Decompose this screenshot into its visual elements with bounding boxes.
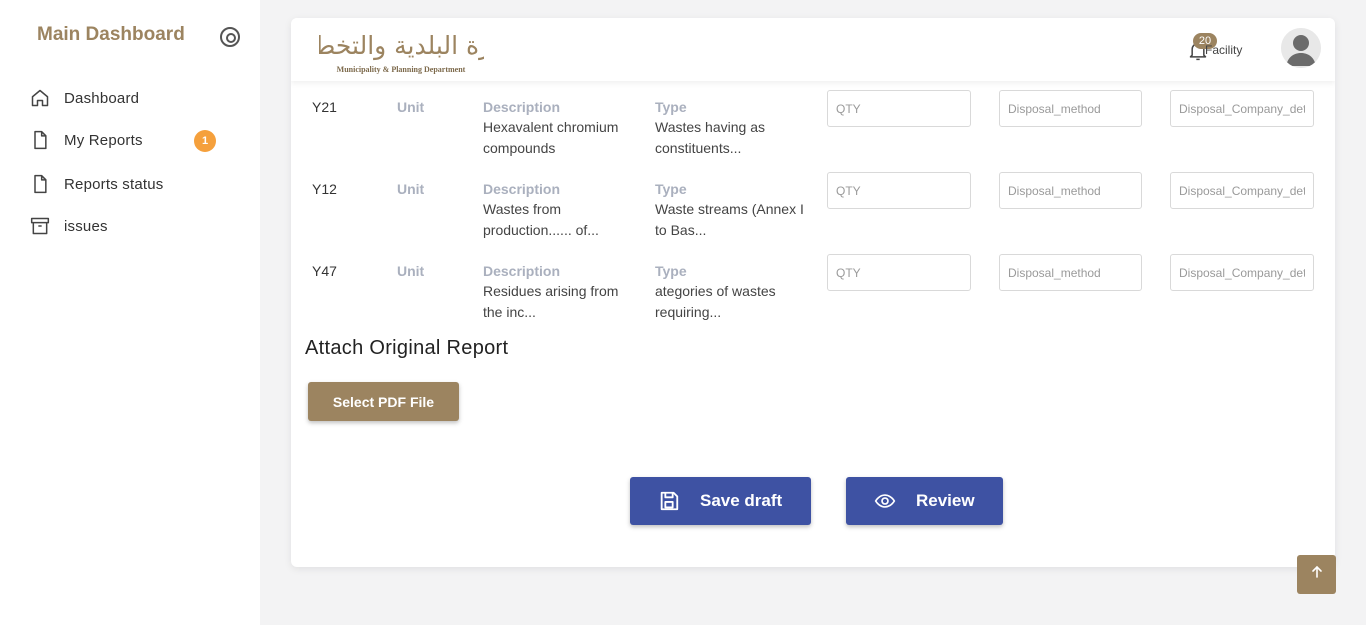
my-reports-count-badge: 1 — [194, 130, 216, 152]
save-icon — [658, 490, 680, 512]
sidebar-title: Main Dashboard — [37, 24, 185, 45]
type-label: Type — [655, 181, 687, 197]
svg-text:دائرة البلدية والتخطيط: دائرة البلدية والتخطيط — [319, 31, 484, 61]
description-label: Description — [483, 99, 561, 115]
attach-report-heading: Attach Original Report — [305, 337, 509, 359]
save-draft-label: Save draft — [700, 491, 783, 510]
review-button[interactable]: Review — [846, 477, 1003, 525]
unit-label: Unit — [397, 99, 425, 115]
table-row: Y12 Unit Description Wastes from product… — [291, 172, 1335, 261]
scroll-to-top-button[interactable] — [1297, 555, 1336, 594]
user-role-label: Facility — [1205, 43, 1243, 57]
description-label: Description — [483, 181, 561, 197]
type-label: Type — [655, 263, 687, 279]
description-value: Residues arising from the inc... — [483, 283, 619, 320]
save-draft-button[interactable]: Save draft — [630, 477, 811, 525]
review-label: Review — [916, 491, 975, 510]
disposal-company-input[interactable] — [1170, 90, 1314, 127]
unit-label: Unit — [397, 181, 425, 197]
description-label: Description — [483, 263, 561, 279]
select-pdf-button[interactable]: Select PDF File — [308, 382, 459, 421]
main-card: دائرة البلدية والتخطيط Municipality & Pl… — [291, 18, 1335, 567]
qty-input[interactable] — [827, 172, 971, 209]
sidebar-item-label: Dashboard — [64, 89, 140, 107]
waste-code: Y21 — [312, 99, 337, 115]
archive-icon — [30, 216, 50, 236]
disposal-method-input[interactable] — [999, 172, 1142, 209]
sidebar-item-label: issues — [64, 217, 108, 235]
municipality-logo: دائرة البلدية والتخطيط Municipality & Pl… — [291, 24, 518, 76]
sidebar-toggle-icon[interactable] — [220, 27, 240, 47]
description-value: Wastes from production...... of... — [483, 201, 599, 238]
qty-input[interactable] — [827, 90, 971, 127]
arrow-up-icon — [1310, 565, 1324, 584]
svg-text:Municipality & Planning Depart: Municipality & Planning Department — [337, 65, 466, 74]
description-value: Hexavalent chromium compounds — [483, 119, 619, 156]
sidebar: Main Dashboard Dashboard My Reports 1 Re… — [0, 0, 260, 625]
home-icon — [30, 88, 50, 108]
waste-code: Y47 — [312, 263, 337, 279]
disposal-method-input[interactable] — [999, 90, 1142, 127]
table-row: Y21 Unit Description Hexavalent chromium… — [291, 90, 1335, 179]
sidebar-item-dashboard[interactable]: Dashboard — [30, 86, 139, 110]
top-bar: دائرة البلدية والتخطيط Municipality & Pl… — [291, 18, 1335, 81]
disposal-method-input[interactable] — [999, 254, 1142, 291]
disposal-company-input[interactable] — [1170, 254, 1314, 291]
type-value: Wastes having as constituents... — [655, 119, 765, 156]
sidebar-item-label: Reports status — [64, 175, 164, 193]
sidebar-item-issues[interactable]: issues — [30, 214, 108, 238]
type-value: Waste streams (Annex I to Bas... — [655, 201, 804, 238]
file-icon — [30, 130, 50, 150]
sidebar-item-reports-status[interactable]: Reports status — [30, 172, 164, 196]
sidebar-item-label: My Reports — [64, 131, 143, 149]
type-value: ategories of wastes requiring... — [655, 283, 776, 320]
qty-input[interactable] — [827, 254, 971, 291]
disposal-company-input[interactable] — [1170, 172, 1314, 209]
avatar[interactable] — [1281, 28, 1321, 68]
file-icon — [30, 174, 50, 194]
table-row: Y47 Unit Description Residues arising fr… — [291, 254, 1335, 343]
sidebar-item-my-reports[interactable]: My Reports — [30, 128, 143, 152]
type-label: Type — [655, 99, 687, 115]
unit-label: Unit — [397, 263, 425, 279]
waste-code: Y12 — [312, 181, 337, 197]
eye-icon — [874, 490, 896, 512]
